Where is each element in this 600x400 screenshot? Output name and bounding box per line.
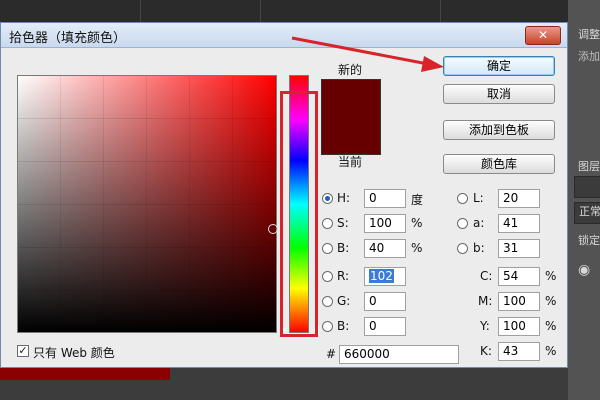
new-color-label: 新的 [338, 63, 363, 77]
blue-input[interactable]: 0 [364, 317, 406, 336]
cyan-input[interactable]: 54 [498, 267, 540, 286]
black-k-unit: % [545, 344, 557, 358]
color-libraries-button[interactable]: 颜色库 [443, 154, 555, 174]
magenta-label: M: [478, 294, 493, 308]
radio-red[interactable] [322, 271, 333, 282]
close-button[interactable]: ✕ [525, 26, 561, 45]
radio-green[interactable] [322, 296, 333, 307]
yellow-input[interactable]: 100 [498, 317, 540, 336]
radio-brightness[interactable] [322, 243, 333, 254]
lab-l-input[interactable]: 20 [498, 189, 540, 208]
cyan-unit: % [545, 269, 557, 283]
green-label: G: [337, 294, 351, 308]
ok-button[interactable]: 确定 [443, 56, 555, 76]
black-k-label: K: [480, 344, 492, 358]
green-input[interactable]: 0 [364, 292, 406, 311]
radio-lab-b[interactable] [457, 243, 468, 254]
layers-panel-label[interactable]: 图层 [578, 158, 600, 174]
photoshop-top-bar [0, 0, 600, 22]
lab-a-label: a: [473, 216, 485, 230]
hue-label: H: [337, 191, 351, 205]
magenta-input[interactable]: 100 [498, 292, 540, 311]
add-to-swatches-button[interactable]: 添加到色板 [443, 120, 555, 140]
web-colors-only-checkbox[interactable]: ✓ [17, 345, 29, 357]
lab-b-input[interactable]: 31 [498, 239, 540, 258]
yellow-label: Y: [480, 319, 490, 333]
lock-label: 锁定 [578, 234, 600, 247]
blend-mode-label: 正常 [579, 205, 600, 218]
hex-label: # [326, 347, 337, 361]
current-color-label: 当前 [338, 155, 363, 169]
checkbox-check-icon: ✓ [18, 344, 28, 357]
hue-input[interactable]: 0 [364, 189, 406, 208]
color-field[interactable] [17, 75, 277, 333]
hue-unit: 度 [411, 193, 424, 207]
color-picker-dialog: 拾色器（填充颜色） ✕ 新的 当前 确定 取消 添加到色板 颜色库 H: 0 度… [0, 22, 568, 368]
brightness-input[interactable]: 40 [364, 239, 406, 258]
lab-l-label: L: [473, 191, 484, 205]
cancel-button[interactable]: 取消 [443, 84, 555, 104]
red-input-selected-text: 102 [369, 269, 394, 283]
color-field-web-steps [18, 76, 276, 332]
radio-blue[interactable] [322, 321, 333, 332]
black-k-input[interactable]: 43 [498, 342, 540, 361]
hue-slider-annotation-box [280, 91, 318, 337]
radio-saturation[interactable] [322, 218, 333, 229]
dialog-titlebar[interactable]: 拾色器（填充颜色） ✕ [1, 23, 567, 48]
yellow-unit: % [545, 319, 557, 333]
top-bar-segment [140, 0, 261, 22]
brightness-label: B: [337, 241, 350, 255]
dialog-title: 拾色器（填充颜色） [9, 31, 127, 46]
brightness-unit: % [411, 241, 423, 255]
hex-input[interactable]: 660000 [339, 345, 459, 364]
eye-icon[interactable]: ◉ [578, 262, 590, 278]
cyan-label: C: [480, 269, 493, 283]
close-icon: ✕ [537, 28, 549, 42]
lab-a-input[interactable]: 41 [498, 214, 540, 233]
magenta-unit: % [545, 294, 557, 308]
lab-b-label: b: [473, 241, 485, 255]
current-color-swatch[interactable] [321, 117, 381, 155]
saturation-label: S: [337, 216, 349, 230]
blue-label: B: [337, 319, 350, 333]
color-field-cursor[interactable] [268, 224, 278, 234]
add-panel-label: 添加 [578, 50, 600, 63]
saturation-input[interactable]: 100 [364, 214, 406, 233]
top-bar-segment [0, 0, 141, 22]
web-colors-only-label[interactable]: 只有 Web 颜色 [33, 344, 115, 361]
new-color-swatch [321, 79, 381, 117]
radio-lab-l[interactable] [457, 193, 468, 204]
radio-lab-a[interactable] [457, 218, 468, 229]
red-input[interactable]: 102 [364, 267, 406, 286]
blend-mode-select[interactable]: 正常 [574, 202, 600, 224]
layer-filter-box[interactable] [574, 176, 600, 198]
red-label: R: [337, 269, 350, 283]
adjust-panel-label[interactable]: 调整 [578, 26, 600, 42]
saturation-unit: % [411, 216, 423, 230]
top-bar-segment [260, 0, 441, 22]
radio-hue[interactable] [322, 193, 333, 204]
